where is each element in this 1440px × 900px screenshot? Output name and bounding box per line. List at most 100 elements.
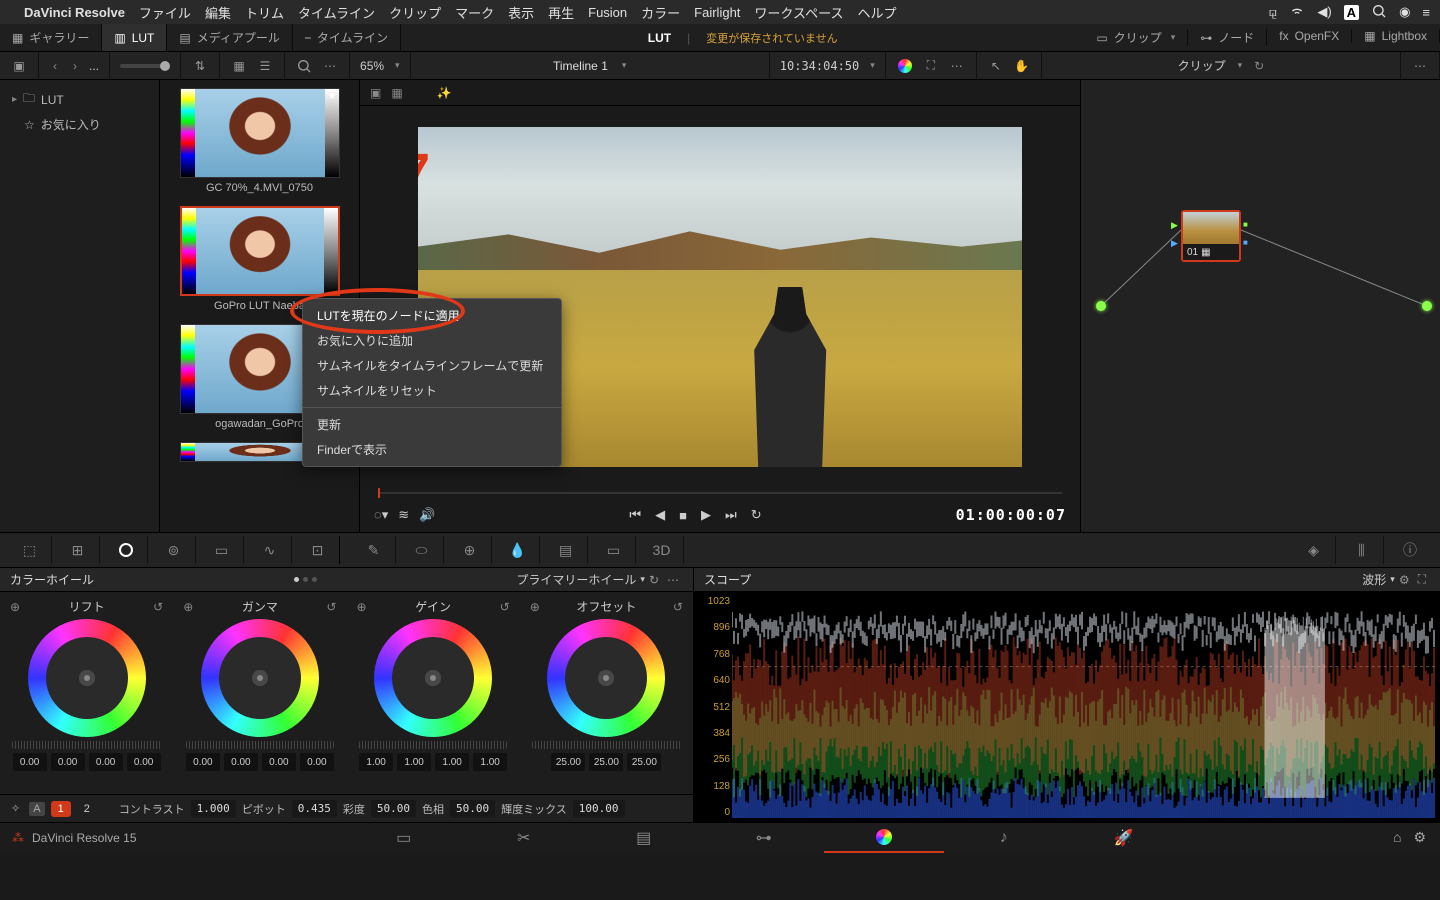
lummix-value[interactable]: 100.00 xyxy=(573,800,625,817)
color-match-icon[interactable]: ⊞ xyxy=(56,536,100,564)
search-icon[interactable] xyxy=(295,57,313,75)
mute-icon[interactable]: 🔊 xyxy=(419,507,435,523)
magic-mask-icon[interactable]: 💧 xyxy=(496,536,540,564)
project-settings-icon[interactable]: ⚙ xyxy=(1413,829,1426,846)
sizing-icon[interactable]: 3D xyxy=(640,536,684,564)
pivot-value[interactable]: 0.435 xyxy=(292,800,337,817)
prev-clip-icon[interactable]: ⏮ xyxy=(629,507,641,523)
notification-icon[interactable]: ≡ xyxy=(1422,5,1430,20)
page-edit[interactable]: ▤ xyxy=(584,823,704,853)
wheel-expand-icon[interactable]: ⊕ xyxy=(10,600,20,614)
wheel-value[interactable]: 0.00 xyxy=(262,753,296,771)
nodes-toggle[interactable]: ⊶ノード xyxy=(1188,29,1267,46)
gallery-item[interactable]: ★ GC 70%_4.MVI_0750 xyxy=(166,88,353,194)
reverse-play-icon[interactable]: ◀ xyxy=(655,507,665,523)
unmix-icon[interactable]: ◌▾ xyxy=(374,507,388,523)
auto-balance-icon[interactable]: ✧ xyxy=(8,802,23,815)
footer-page-2[interactable]: 2 xyxy=(77,801,97,817)
page-dots[interactable] xyxy=(294,577,317,582)
hand-icon[interactable]: ✋ xyxy=(1013,57,1031,75)
menu-update-thumbnail[interactable]: サムネイルをタイムラインフレームで更新 xyxy=(303,353,561,378)
color-wheel[interactable] xyxy=(547,619,665,737)
footer-page-1[interactable]: 1 xyxy=(51,801,71,817)
magic-wand-icon[interactable]: ✨ xyxy=(437,86,452,100)
camera-raw-icon[interactable]: ⬚ xyxy=(8,536,52,564)
scopes-icon[interactable]: ⫼ xyxy=(1340,536,1384,564)
split-view-icon[interactable]: ▣ xyxy=(370,86,381,100)
menu-workspace[interactable]: ワークスペース xyxy=(754,3,843,22)
menu-clip[interactable]: クリップ xyxy=(389,3,441,22)
window-icon[interactable]: ⬭ xyxy=(400,536,444,564)
slider-track[interactable] xyxy=(120,64,170,68)
pointer-icon[interactable]: ↖ xyxy=(987,57,1005,75)
layers-icon[interactable]: ≋ xyxy=(398,507,409,523)
contrast-value[interactable]: 1.000 xyxy=(191,800,236,817)
wheel-value[interactable]: 25.00 xyxy=(627,753,661,771)
node-input-dot[interactable] xyxy=(1096,301,1106,311)
color-wheel-icon[interactable] xyxy=(896,57,914,75)
hue-value[interactable]: 50.00 xyxy=(450,800,495,817)
menu-playback[interactable]: 再生 xyxy=(548,3,574,22)
wheel-value[interactable]: 25.00 xyxy=(589,753,623,771)
color-warper-icon[interactable]: ⊡ xyxy=(296,536,340,564)
panel-more-icon[interactable]: ⋯ xyxy=(663,573,683,587)
stop-icon[interactable]: ■ xyxy=(679,508,687,523)
menu-fusion[interactable]: Fusion xyxy=(588,5,627,20)
wheel-value[interactable]: 0.00 xyxy=(89,753,123,771)
zoom-level[interactable]: 65% xyxy=(360,59,384,73)
wheel-scrub[interactable] xyxy=(186,741,335,749)
menu-fairlight[interactable]: Fairlight xyxy=(694,5,740,20)
timecode-output[interactable]: 01:00:00:07 xyxy=(956,506,1066,524)
wheel-value[interactable]: 1.00 xyxy=(397,753,431,771)
node-more-icon[interactable]: ⋯ xyxy=(1411,57,1429,75)
wheel-value[interactable]: 0.00 xyxy=(127,753,161,771)
expand-icon[interactable]: ⛶ xyxy=(922,57,940,75)
wheel-value[interactable]: 0.00 xyxy=(51,753,85,771)
menu-help[interactable]: ヘルプ xyxy=(857,3,896,22)
menu-reveal-finder[interactable]: Finderで表示 xyxy=(303,437,561,462)
gallery-toggle[interactable]: ▦ギャラリー xyxy=(0,24,102,51)
page-cut[interactable]: ✂ xyxy=(464,823,584,853)
color-wheels-icon[interactable] xyxy=(104,536,148,564)
nav-fwd-icon[interactable]: › xyxy=(69,59,81,73)
options-icon[interactable]: ⋯ xyxy=(321,57,339,75)
motion-effects-icon[interactable]: ▭ xyxy=(200,536,244,564)
grid-view-icon[interactable]: ▦ xyxy=(230,57,248,75)
timecode[interactable]: 10:34:04:50 xyxy=(780,59,859,73)
scope-settings-icon[interactable]: ⚙ xyxy=(1395,573,1414,587)
home-icon[interactable]: ⌂ xyxy=(1393,829,1401,846)
reset-all-icon[interactable]: ↻ xyxy=(645,573,663,587)
page-fusion[interactable]: ⊶ xyxy=(704,823,824,853)
wheel-scrub[interactable] xyxy=(12,741,161,749)
menu-mark[interactable]: マーク xyxy=(455,3,494,22)
disclosure-icon[interactable]: ▸ xyxy=(12,94,17,105)
app-name[interactable]: DaVinci Resolve xyxy=(24,5,125,20)
wheel-scrub[interactable] xyxy=(532,741,681,749)
menu-edit[interactable]: 編集 xyxy=(205,3,231,22)
key-icon[interactable]: ▭ xyxy=(592,536,636,564)
sort-icon[interactable]: ⇅ xyxy=(191,57,209,75)
wheel-value[interactable]: 0.00 xyxy=(224,753,258,771)
menu-reset-thumbnail[interactable]: サムネイルをリセット xyxy=(303,378,561,403)
page-color[interactable] xyxy=(824,823,944,853)
lightbox-toggle[interactable]: ▦Lightbox xyxy=(1352,29,1440,43)
wheel-value[interactable]: 1.00 xyxy=(435,753,469,771)
rgb-mixer-icon[interactable]: ⊚ xyxy=(152,536,196,564)
node-canvas[interactable]: ▶ ▶ ■ ■ 01▦ xyxy=(1081,80,1440,532)
scope-expand-icon[interactable]: ⛶ xyxy=(1414,572,1430,587)
keyframe-icon[interactable]: ◈ xyxy=(1292,536,1336,564)
timeline-toggle[interactable]: ⎯タイムライン xyxy=(293,24,401,51)
siri-icon[interactable]: ◉ xyxy=(1399,4,1410,20)
wheel-value[interactable]: 25.00 xyxy=(551,753,585,771)
waveform-scope[interactable]: 10238967686405123842561280 xyxy=(694,592,1440,822)
menu-add-favorite[interactable]: お気に入りに追加 xyxy=(303,328,561,353)
menu-refresh[interactable]: 更新 xyxy=(303,412,561,437)
wheel-mode-dropdown[interactable]: プライマリーホイール▾ xyxy=(516,571,645,588)
playhead-bar[interactable] xyxy=(360,488,1080,498)
spotlight-icon[interactable] xyxy=(1371,3,1387,22)
wheel-reset-icon[interactable]: ↺ xyxy=(673,600,683,614)
media-pool-toggle[interactable]: ▤メディアプール xyxy=(167,24,293,51)
node-dropdown[interactable]: クリップ xyxy=(1178,57,1226,74)
loop-icon[interactable]: ↻ xyxy=(751,507,762,523)
wheel-expand-icon[interactable]: ⊕ xyxy=(183,600,193,614)
